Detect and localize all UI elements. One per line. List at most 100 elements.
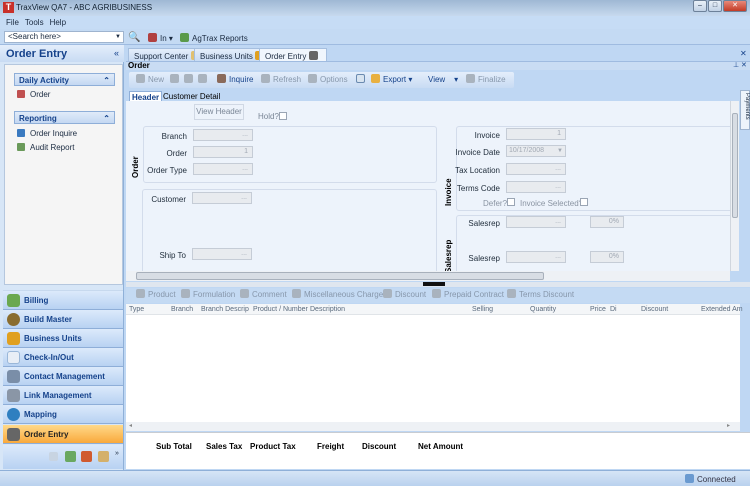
invoice-date-input[interactable]: 10/17/2008 ▼: [506, 145, 566, 157]
close-button[interactable]: ✕: [723, 0, 747, 12]
new-button[interactable]: New: [136, 72, 164, 88]
close-tab-icon[interactable]: ✕: [740, 49, 747, 58]
menu-file[interactable]: File: [6, 16, 19, 29]
contract-icon: [432, 289, 441, 298]
product-button[interactable]: Product: [136, 287, 176, 303]
report-icon: [17, 143, 25, 151]
in-button[interactable]: In ▾: [148, 33, 173, 43]
scrollbar-thumb[interactable]: [732, 113, 738, 218]
col-discount[interactable]: Discount: [641, 306, 668, 313]
tax-location-input[interactable]: ...: [506, 163, 566, 175]
customer-input[interactable]: ...: [192, 192, 252, 204]
order-type-input[interactable]: ...: [193, 163, 253, 175]
hold-checkbox[interactable]: [279, 112, 287, 120]
subtab-customer-detail[interactable]: Customer Detail: [163, 92, 220, 101]
sidebar-item-audit-report[interactable]: Audit Report: [17, 142, 74, 154]
salesrep-label: Salesrep: [468, 219, 500, 228]
finalize-button[interactable]: Finalize: [466, 72, 506, 88]
col-branch-descrip[interactable]: Branch Descrip: [201, 306, 249, 313]
branch-input[interactable]: ...: [193, 129, 253, 141]
maximize-button[interactable]: □: [708, 0, 722, 12]
col-description[interactable]: Description: [310, 306, 345, 313]
minimize-button[interactable]: –: [693, 0, 707, 12]
grid-horizontal-scrollbar[interactable]: ◂ ▸: [126, 422, 740, 431]
nav-order-entry[interactable]: Order Entry: [3, 425, 123, 444]
defer-checkbox[interactable]: [507, 198, 515, 206]
nav-check-in-out[interactable]: Check-In/Out: [3, 348, 123, 367]
col-extended-amount[interactable]: Extended Am: [701, 306, 743, 313]
salesrep-input[interactable]: ...: [506, 251, 566, 263]
link-icon: [7, 389, 20, 402]
export-button[interactable]: Export ▾: [371, 72, 412, 88]
view-header-button[interactable]: View Header: [194, 104, 244, 120]
nav-link-management[interactable]: Link Management: [3, 386, 123, 405]
search-input[interactable]: <Search here> ▼: [4, 31, 124, 43]
help-icon[interactable]: [49, 452, 58, 461]
sub-total-label: Sub Total: [156, 442, 192, 451]
ship-to-label: Ship To: [159, 251, 186, 260]
copy-icon[interactable]: [170, 72, 182, 88]
pin-icon[interactable]: ⊥ ✕: [733, 61, 747, 69]
prepaid-contract-button[interactable]: Prepaid Contract: [432, 287, 504, 303]
chevron-down-icon[interactable]: ▼: [115, 32, 121, 42]
nav-mapping[interactable]: Mapping: [3, 405, 123, 424]
sidebar-item-order-inquire[interactable]: Order Inquire: [17, 128, 77, 140]
nav-billing[interactable]: Billing: [3, 291, 123, 310]
collapse-icon[interactable]: ⌃: [103, 76, 110, 85]
col-price[interactable]: Price: [590, 306, 606, 313]
terms-discount-button[interactable]: Terms Discount: [507, 287, 574, 303]
menu-bar: File Tools Help: [0, 16, 750, 29]
formulation-button[interactable]: Formulation: [181, 287, 235, 303]
connected-icon: [685, 474, 694, 483]
col-quantity[interactable]: Quantity: [530, 306, 556, 313]
delete-icon[interactable]: [198, 72, 210, 88]
discount-button[interactable]: Discount: [383, 287, 426, 303]
salesrep-input[interactable]: ...: [506, 216, 566, 228]
view-button[interactable]: View ▾: [428, 72, 458, 88]
salesrep-percent-input[interactable]: 0%: [590, 251, 624, 263]
sheet-icon[interactable]: [65, 451, 76, 462]
edit-icon[interactable]: [184, 72, 196, 88]
scrollbar-thumb[interactable]: [136, 272, 544, 280]
splitter-grip-icon[interactable]: [423, 282, 445, 286]
inquire-button[interactable]: Inquire: [217, 72, 253, 88]
tab-order-entry[interactable]: Order Entry: [259, 48, 327, 62]
agtrax-reports-button[interactable]: AgTrax Reports: [180, 33, 248, 43]
col-di[interactable]: Di: [610, 306, 617, 313]
col-product-number[interactable]: Product / Number: [253, 306, 308, 313]
invoice-input[interactable]: 1: [506, 128, 566, 140]
print-icon[interactable]: [356, 72, 368, 88]
clipboard-icon[interactable]: [98, 451, 109, 462]
comment-button[interactable]: Comment: [240, 287, 287, 303]
order-label: Order: [166, 149, 187, 158]
search-icon[interactable]: 🔍: [128, 32, 140, 43]
collapse-icon[interactable]: ⌃: [103, 114, 110, 123]
group-reporting[interactable]: Reporting ⌃: [14, 111, 115, 124]
group-daily-activity[interactable]: Daily Activity ⌃: [14, 73, 115, 86]
ship-to-input[interactable]: ...: [192, 248, 252, 260]
terms-code-input[interactable]: ...: [506, 181, 566, 193]
refresh-button[interactable]: Refresh: [261, 72, 301, 88]
nav-contact-management[interactable]: Contact Management: [3, 367, 123, 386]
configure-buttons-icon[interactable]: »: [115, 450, 119, 457]
horizontal-scrollbar[interactable]: [126, 271, 730, 281]
options-button[interactable]: Options: [308, 72, 348, 88]
col-selling[interactable]: Selling: [472, 306, 493, 313]
collapse-sidebar-button[interactable]: «: [114, 48, 119, 58]
col-type[interactable]: Type: [129, 306, 144, 313]
menu-help[interactable]: Help: [50, 16, 66, 29]
salesrep-percent-input[interactable]: 0%: [590, 216, 624, 228]
vertical-scrollbar[interactable]: [730, 101, 739, 271]
blocks-icon[interactable]: [81, 451, 92, 462]
nav-build-master[interactable]: Build Master: [3, 310, 123, 329]
misc-charge-button[interactable]: Miscellaneous Charge: [292, 287, 383, 303]
menu-tools[interactable]: Tools: [25, 16, 44, 29]
nav-business-units[interactable]: Business Units: [3, 329, 123, 348]
percent-icon: [383, 289, 392, 298]
invoice-selected-checkbox[interactable]: [580, 198, 588, 206]
col-branch[interactable]: Branch: [171, 306, 193, 313]
order-input[interactable]: 1: [193, 146, 253, 158]
sidebar-item-order[interactable]: Order: [17, 89, 50, 101]
window-title: TraxView QA7 - ABC AGRIBUSINESS: [16, 3, 153, 12]
payments-side-tab[interactable]: Payments: [740, 90, 750, 130]
